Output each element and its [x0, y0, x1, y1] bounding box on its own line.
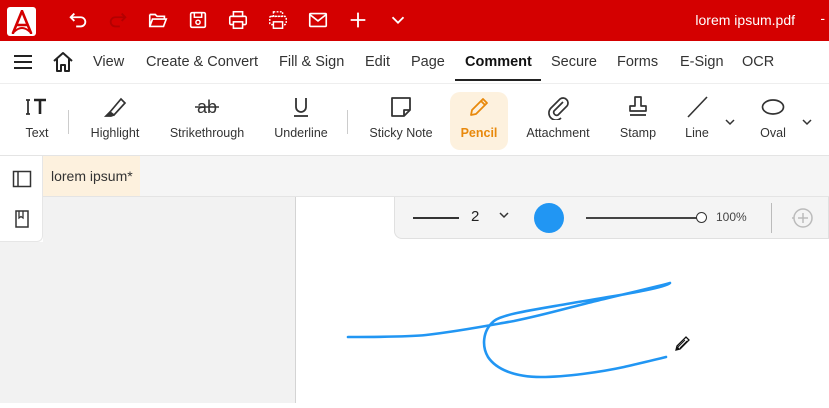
- oval-options-chevron-icon[interactable]: [801, 114, 815, 126]
- hamburger-menu-icon[interactable]: [12, 53, 34, 71]
- tool-underline[interactable]: Underline: [270, 92, 332, 150]
- tool-attachment[interactable]: Attachment: [522, 92, 594, 150]
- tool-line[interactable]: Line: [678, 92, 716, 150]
- opacity-value: 100%: [716, 210, 747, 224]
- menu-edit[interactable]: Edit: [365, 54, 390, 70]
- sticky-note-icon: [389, 92, 413, 122]
- app-logo-icon: [7, 7, 36, 36]
- text-tool-icon: [25, 92, 49, 122]
- document-tab-bar: lorem ipsum *: [43, 156, 829, 197]
- opacity-slider-handle[interactable]: [696, 212, 707, 223]
- pencil-cursor-icon: [675, 336, 690, 351]
- menu-forms[interactable]: Forms: [617, 54, 658, 70]
- document-tab-label: lorem ipsum: [51, 168, 128, 184]
- thickness-chevron-icon[interactable]: [499, 210, 509, 222]
- menu-create-convert[interactable]: Create & Convert: [146, 54, 258, 70]
- options-divider: [771, 203, 772, 233]
- line-thickness-preview: [413, 217, 459, 219]
- bookmark-icon[interactable]: [12, 209, 32, 229]
- oval-icon: [760, 92, 786, 122]
- menu-secure[interactable]: Secure: [551, 54, 597, 70]
- color-picker-swatch[interactable]: [534, 203, 564, 233]
- line-options-chevron-icon[interactable]: [724, 114, 738, 126]
- menu-view[interactable]: View: [93, 54, 124, 70]
- pencil-stroke: [346, 281, 672, 379]
- document-canvas[interactable]: [296, 239, 829, 403]
- menu-bar: View Create & Convert Fill & Sign Edit P…: [0, 41, 829, 83]
- active-menu-indicator: [455, 79, 541, 81]
- home-icon[interactable]: [52, 51, 74, 73]
- tool-sticky-note[interactable]: Sticky Note: [364, 92, 438, 150]
- open-folder-icon[interactable]: [146, 8, 170, 32]
- menu-ocr[interactable]: OCR: [742, 54, 774, 70]
- add-icon[interactable]: [346, 8, 370, 32]
- title-bar: lorem ipsum.pdf -: [0, 0, 829, 41]
- print-preview-icon[interactable]: [266, 8, 290, 32]
- tool-highlight[interactable]: Highlight: [84, 92, 146, 150]
- document-title: lorem ipsum.pdf: [695, 12, 795, 28]
- toolbar-divider: [68, 110, 69, 134]
- mail-icon[interactable]: [306, 8, 330, 32]
- pencil-icon: [467, 92, 491, 122]
- workspace-background: [0, 242, 296, 403]
- line-thickness-value[interactable]: 2: [471, 208, 479, 225]
- opacity-slider[interactable]: [586, 217, 700, 219]
- tool-oval[interactable]: Oval: [752, 92, 794, 150]
- tool-pencil[interactable]: Pencil: [450, 92, 508, 150]
- document-tab[interactable]: lorem ipsum *: [43, 156, 140, 196]
- underline-icon: [290, 92, 312, 122]
- unsaved-marker: *: [127, 168, 133, 184]
- minimize-button[interactable]: -: [820, 10, 825, 26]
- chevron-down-icon[interactable]: [386, 8, 410, 32]
- redo-icon[interactable]: [106, 8, 130, 32]
- undo-icon[interactable]: [66, 8, 90, 32]
- paperclip-icon: [546, 92, 570, 122]
- menu-esign[interactable]: E-Sign: [680, 54, 724, 70]
- print-icon[interactable]: [226, 8, 250, 32]
- tool-strikethrough[interactable]: ab Strikethrough: [164, 92, 250, 150]
- line-icon: [685, 92, 709, 122]
- menu-comment[interactable]: Comment: [465, 54, 532, 70]
- menu-fill-sign[interactable]: Fill & Sign: [279, 54, 344, 70]
- tool-text[interactable]: Text: [16, 92, 58, 150]
- comment-toolbar: Text Highlight ab Strikethrough Underlin…: [0, 83, 829, 156]
- panel-toggle-icon[interactable]: [12, 170, 32, 190]
- save-icon[interactable]: [186, 8, 210, 32]
- left-rail: [0, 156, 43, 242]
- toolbar-divider: [347, 110, 348, 134]
- stamp-icon: [626, 92, 650, 122]
- sidebar-panel: [43, 197, 296, 242]
- tool-stamp[interactable]: Stamp: [614, 92, 662, 150]
- menu-page[interactable]: Page: [411, 54, 445, 70]
- highlighter-icon: [102, 92, 128, 122]
- pencil-options-bar: 2 100%: [394, 197, 829, 239]
- strikethrough-icon: ab: [193, 92, 221, 122]
- add-circle-icon[interactable]: [791, 207, 815, 229]
